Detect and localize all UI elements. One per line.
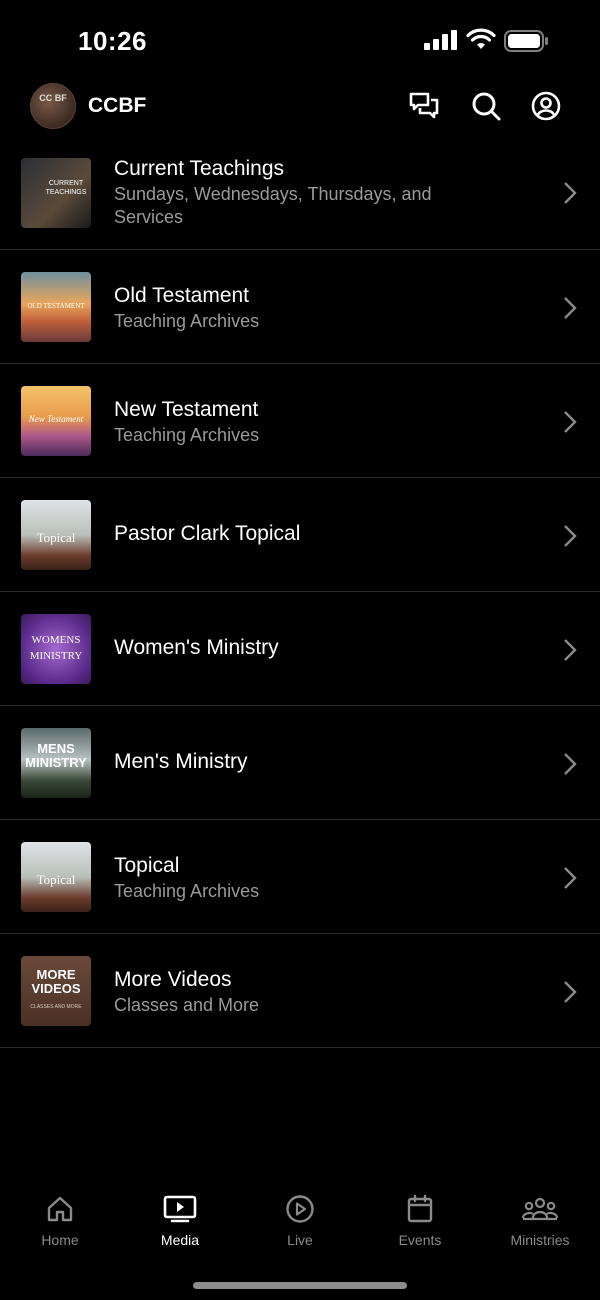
tab-label: Live: [287, 1232, 313, 1248]
item-title: Topical: [114, 854, 180, 877]
list-item-new-testament[interactable]: New Testament New Testament Teaching Arc…: [0, 364, 600, 478]
thumbnail-text: MENS MINISTRY: [25, 741, 87, 770]
media-icon: [163, 1195, 197, 1223]
thumbnail-text: CURRENT TEACHINGS: [45, 180, 87, 196]
item-title: More Videos: [114, 968, 232, 991]
new-testament-thumbnail: New Testament: [21, 386, 91, 456]
mens-ministry-thumbnail: MENS MINISTRY: [21, 728, 91, 798]
logo-text: CC BF: [39, 93, 67, 103]
battery-icon: [504, 30, 548, 52]
chevron-right-icon: [564, 182, 577, 204]
list-item-old-testament[interactable]: OLD TESTAMENT Old Testament Teaching Arc…: [0, 250, 600, 364]
chevron-right-icon: [564, 867, 577, 889]
profile-icon[interactable]: [530, 90, 562, 122]
search-icon[interactable]: [470, 90, 502, 122]
thumbnail-text: OLD TESTAMENT: [27, 302, 85, 310]
list-item-mens-ministry[interactable]: MENS MINISTRY Men's Ministry: [0, 706, 600, 820]
item-title: Women's Ministry: [114, 636, 279, 659]
tab-media[interactable]: Media: [120, 1194, 240, 1248]
more-videos-thumbnail: MORE VIDEOS CLASSES AND MORE: [21, 956, 91, 1026]
current-teachings-thumbnail: CURRENT TEACHINGS: [21, 158, 91, 228]
tab-events[interactable]: Events: [360, 1194, 480, 1248]
tab-label: Home: [41, 1232, 79, 1248]
item-subtitle: Teaching Archives: [114, 881, 260, 901]
old-testament-thumbnail: OLD TESTAMENT: [21, 272, 91, 342]
chevron-right-icon: [564, 297, 577, 319]
status-bar: 10:26: [0, 0, 600, 80]
item-title: Old Testament: [114, 284, 250, 307]
app-header: CC BF CCBF: [0, 80, 600, 135]
item-subtitle: Teaching Archives: [114, 425, 260, 445]
pastor-clark-topical-thumbnail: Topical: [21, 500, 91, 570]
chevron-right-icon: [564, 981, 577, 1003]
item-title: New Testament: [114, 398, 259, 421]
tab-live[interactable]: Live: [240, 1194, 360, 1248]
status-time: 10:26: [78, 26, 147, 56]
thumbnail-text: MORE VIDEOS: [31, 967, 81, 996]
wifi-icon: [466, 28, 496, 49]
play-icon: [286, 1195, 314, 1223]
media-list: CURRENT TEACHINGS Current Teachings Sund…: [0, 135, 600, 1048]
thumbnail-text: Topical: [36, 530, 76, 545]
item-subtitle: Classes and More: [114, 995, 260, 1015]
signal-icon: [424, 30, 457, 50]
list-item-topical[interactable]: Topical Topical Teaching Archives: [0, 820, 600, 934]
chevron-right-icon: [564, 639, 577, 661]
thumbnail-subtext: CLASSES AND MORE: [30, 1004, 82, 1010]
topical-thumbnail: Topical: [21, 842, 91, 912]
item-title: Men's Ministry: [114, 750, 248, 773]
people-icon: [521, 1197, 559, 1221]
item-title: Pastor Clark Topical: [114, 522, 301, 545]
thumbnail-text: WOMENS MINISTRY: [29, 634, 83, 662]
tab-ministries[interactable]: Ministries: [480, 1194, 600, 1248]
tab-label: Ministries: [510, 1232, 570, 1248]
list-item-pastor-clark-topical[interactable]: Topical Pastor Clark Topical: [0, 478, 600, 592]
item-title: Current Teachings: [114, 157, 285, 180]
home-icon: [47, 1196, 73, 1222]
church-logo[interactable]: CC BF: [30, 83, 76, 129]
chat-icon[interactable]: [408, 90, 440, 122]
list-item-womens-ministry[interactable]: WOMENS MINISTRY Women's Ministry: [0, 592, 600, 706]
item-subtitle: Sundays, Wednesdays, Thursdays, and Serv…: [114, 184, 432, 227]
thumbnail-text: Topical: [36, 872, 76, 887]
calendar-icon: [407, 1194, 433, 1223]
chevron-right-icon: [564, 753, 577, 775]
tab-label: Media: [160, 1232, 200, 1248]
list-item-current-teachings[interactable]: CURRENT TEACHINGS Current Teachings Sund…: [0, 135, 600, 250]
list-item-more-videos[interactable]: MORE VIDEOS CLASSES AND MORE More Videos…: [0, 934, 600, 1048]
womens-ministry-thumbnail: WOMENS MINISTRY: [21, 614, 91, 684]
chevron-right-icon: [564, 525, 577, 547]
home-indicator: [193, 1282, 407, 1289]
tab-home[interactable]: Home: [0, 1194, 120, 1248]
app-brand-title: CCBF: [88, 94, 147, 117]
item-subtitle: Teaching Archives: [114, 311, 260, 331]
tab-label: Events: [398, 1232, 442, 1248]
thumbnail-text: New Testament: [28, 414, 84, 424]
chevron-right-icon: [564, 411, 577, 433]
